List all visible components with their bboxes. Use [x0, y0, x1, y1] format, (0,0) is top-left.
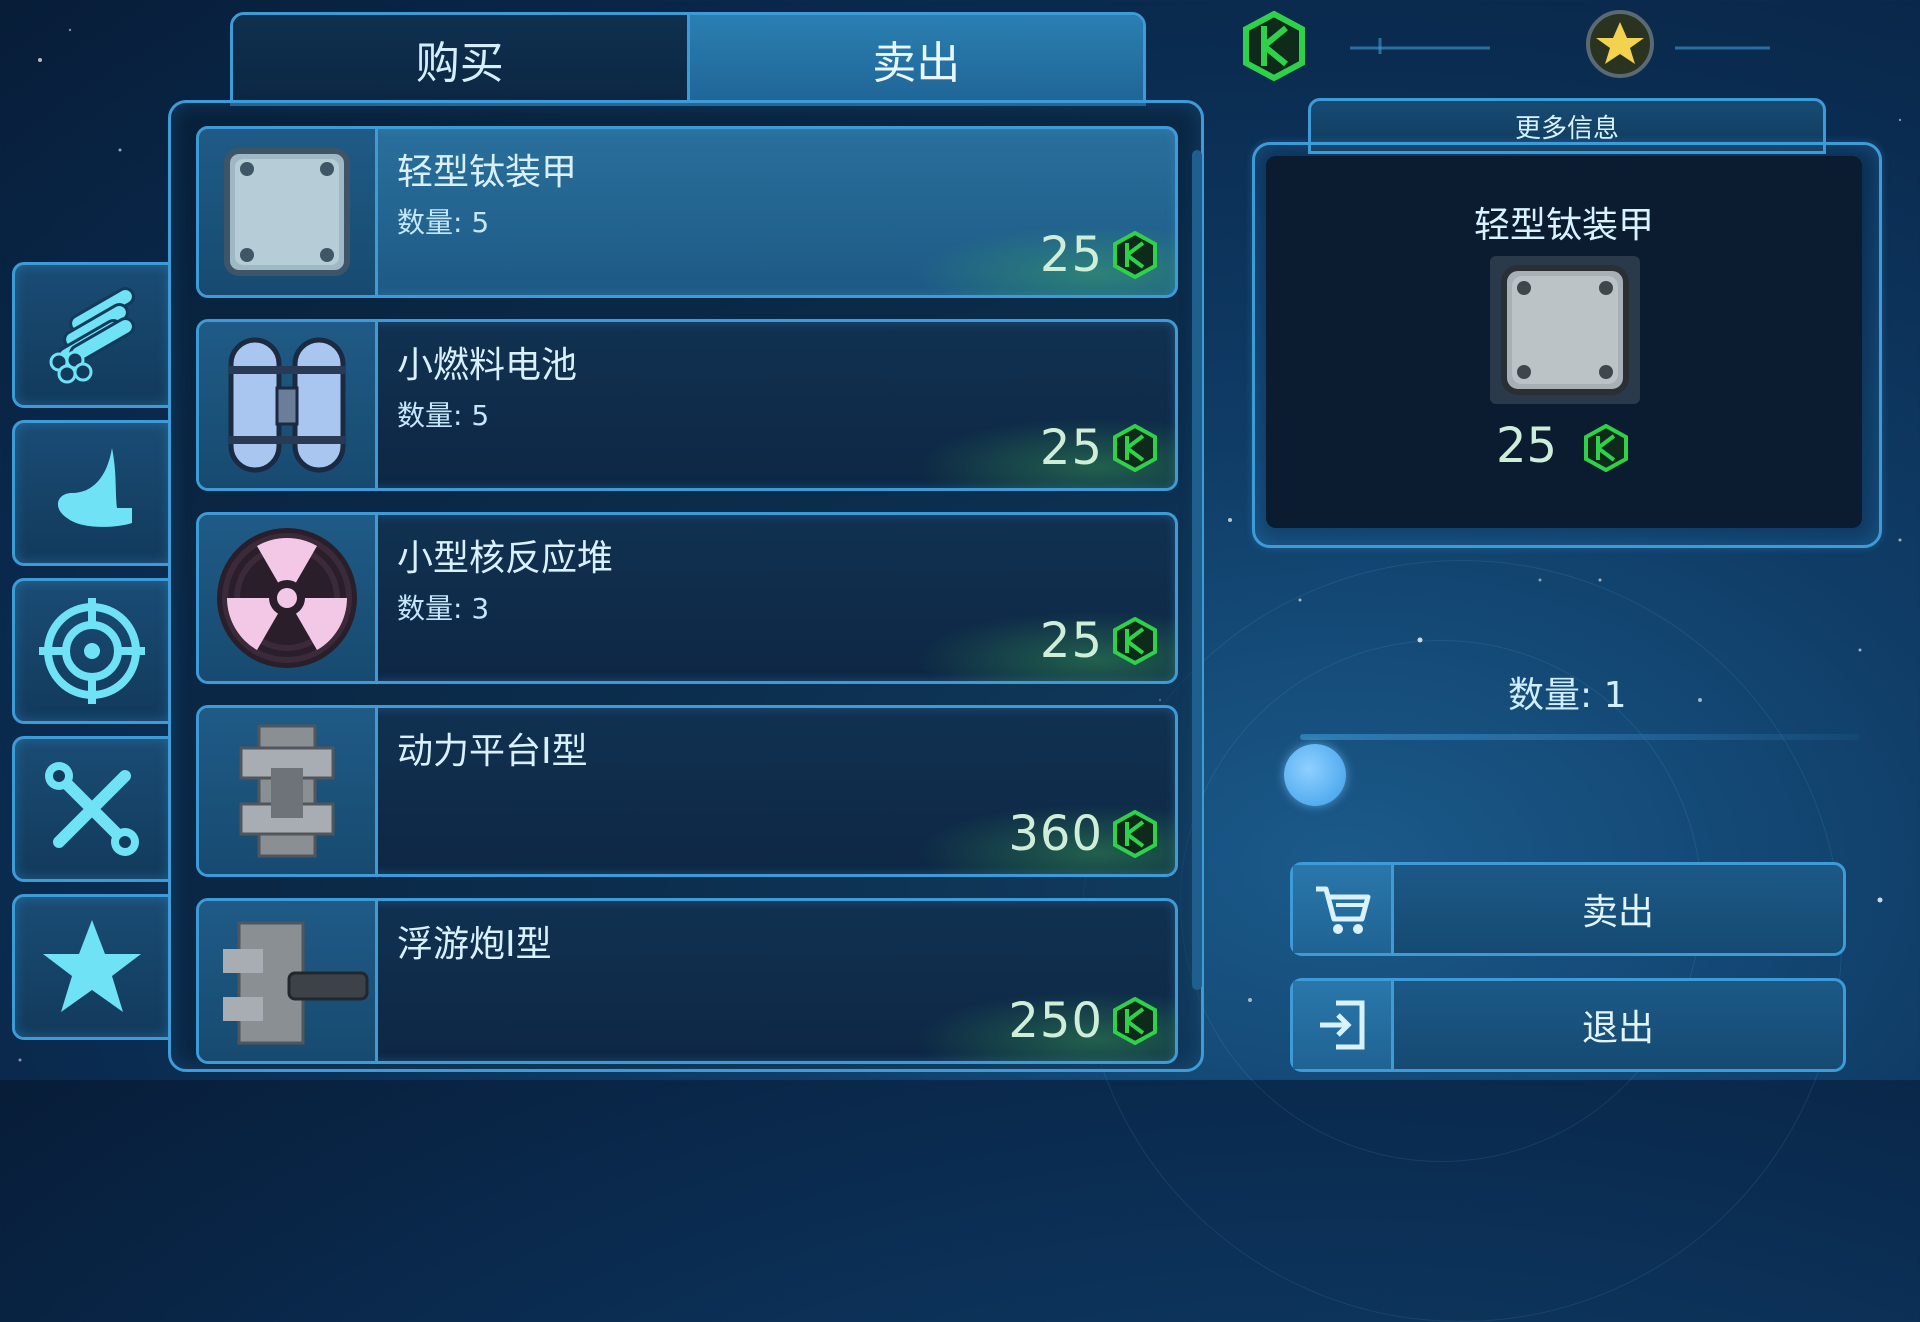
- tab-sell[interactable]: 卖出: [689, 15, 1143, 103]
- currency-icon: [1113, 810, 1157, 858]
- item-price: 25: [1039, 613, 1103, 669]
- crosshair-icon: [39, 598, 145, 704]
- item-thumbnail: [199, 708, 378, 874]
- item-name: 浮游炮I型: [397, 924, 552, 965]
- item-thumbnail: [199, 129, 378, 295]
- exit-button-label: 退出: [1581, 1008, 1654, 1049]
- star-icon: [43, 920, 141, 1012]
- category-favorites-button[interactable]: [12, 894, 169, 1040]
- quantity-label: 数量: 1: [1508, 675, 1627, 716]
- item-name: 小型核反应堆: [397, 538, 614, 579]
- drone-cannon-icon: [223, 921, 369, 1045]
- item-name: 轻型钛装甲: [397, 152, 578, 193]
- currency-icon: [1113, 424, 1157, 472]
- exit-icon: [1320, 1000, 1365, 1050]
- item-quantity: 数量: 5: [397, 206, 490, 239]
- exit-button[interactable]: 退出: [1290, 978, 1846, 1072]
- trade-tabs: 购买 卖出: [230, 12, 1146, 106]
- pipes-icon: [49, 287, 135, 384]
- list-item[interactable]: 小燃料电池 数量: 5 25: [196, 319, 1178, 491]
- status-bar-graphic: [1243, 10, 1770, 82]
- quantity-slider-track[interactable]: [1300, 734, 1860, 740]
- item-price: 25: [1039, 420, 1103, 476]
- armor-plate-icon: [224, 148, 350, 276]
- currency-status-bar: [1240, 8, 1920, 88]
- currency-icon: [1584, 424, 1628, 472]
- tab-buy[interactable]: 购买: [233, 15, 690, 103]
- category-targeting-button[interactable]: [12, 578, 169, 724]
- exit-button-icon-box: [1293, 981, 1394, 1069]
- armor-plate-icon: [1501, 265, 1629, 395]
- list-item[interactable]: 动力平台I型 360: [196, 705, 1178, 877]
- item-thumbnail: [199, 901, 378, 1061]
- list-item[interactable]: 轻型钛装甲 数量: 5 25: [196, 126, 1178, 298]
- item-quantity: 数量: 5: [397, 399, 490, 432]
- currency-icon: [1113, 617, 1157, 665]
- list-item[interactable]: 浮游炮I型 250: [196, 898, 1178, 1064]
- category-materials-button[interactable]: [12, 262, 169, 408]
- list-item[interactable]: 小型核反应堆 数量: 3 25: [196, 512, 1178, 684]
- detail-item-image: [1490, 256, 1640, 404]
- quantity-slider-knob[interactable]: [1284, 744, 1346, 806]
- item-price: 250: [1008, 993, 1103, 1049]
- item-name: 小燃料电池: [397, 345, 578, 386]
- item-name: 动力平台I型: [397, 731, 588, 772]
- detail-item-name: 轻型钛装甲: [1473, 205, 1654, 246]
- sell-button-icon-box: [1293, 865, 1394, 953]
- currency-icon: [1113, 997, 1157, 1045]
- detail-item-price: 25: [1496, 418, 1558, 474]
- list-scrollbar[interactable]: [1192, 150, 1202, 990]
- currency-icon: [1113, 231, 1157, 279]
- wrench-screwdriver-icon: [45, 762, 139, 856]
- radiation-icon: [217, 528, 357, 668]
- sell-button[interactable]: 卖出: [1290, 862, 1846, 956]
- claw-icon: [57, 448, 133, 527]
- sell-button-label: 卖出: [1581, 892, 1654, 933]
- category-melee-button[interactable]: [12, 420, 169, 566]
- item-price: 25: [1039, 227, 1103, 283]
- category-tools-button[interactable]: [12, 736, 169, 882]
- item-thumbnail: [199, 322, 378, 488]
- cart-icon: [1316, 886, 1371, 934]
- item-quantity: 数量: 3: [397, 592, 490, 625]
- power-platform-icon: [239, 724, 335, 858]
- currency-large-icon: [1243, 10, 1305, 82]
- item-price: 360: [1008, 806, 1103, 862]
- item-thumbnail: [199, 515, 378, 681]
- fuel-cell-icon: [228, 337, 346, 473]
